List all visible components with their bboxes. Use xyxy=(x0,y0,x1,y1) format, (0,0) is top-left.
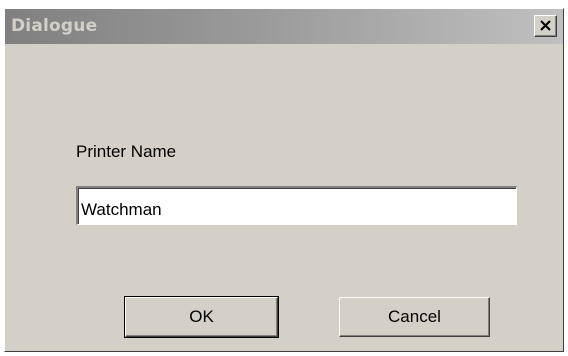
title-bar[interactable]: Dialogue xyxy=(5,9,563,44)
window-title: Dialogue xyxy=(11,16,98,36)
close-icon xyxy=(540,20,551,31)
ok-button[interactable]: OK xyxy=(124,296,279,338)
close-button[interactable] xyxy=(534,15,557,37)
dialog-window: Dialogue Printer Name OK Cancel xyxy=(4,8,564,352)
printer-name-label: Printer Name xyxy=(76,142,177,161)
printer-name-input[interactable] xyxy=(76,186,517,225)
cancel-button[interactable]: Cancel xyxy=(339,297,490,337)
